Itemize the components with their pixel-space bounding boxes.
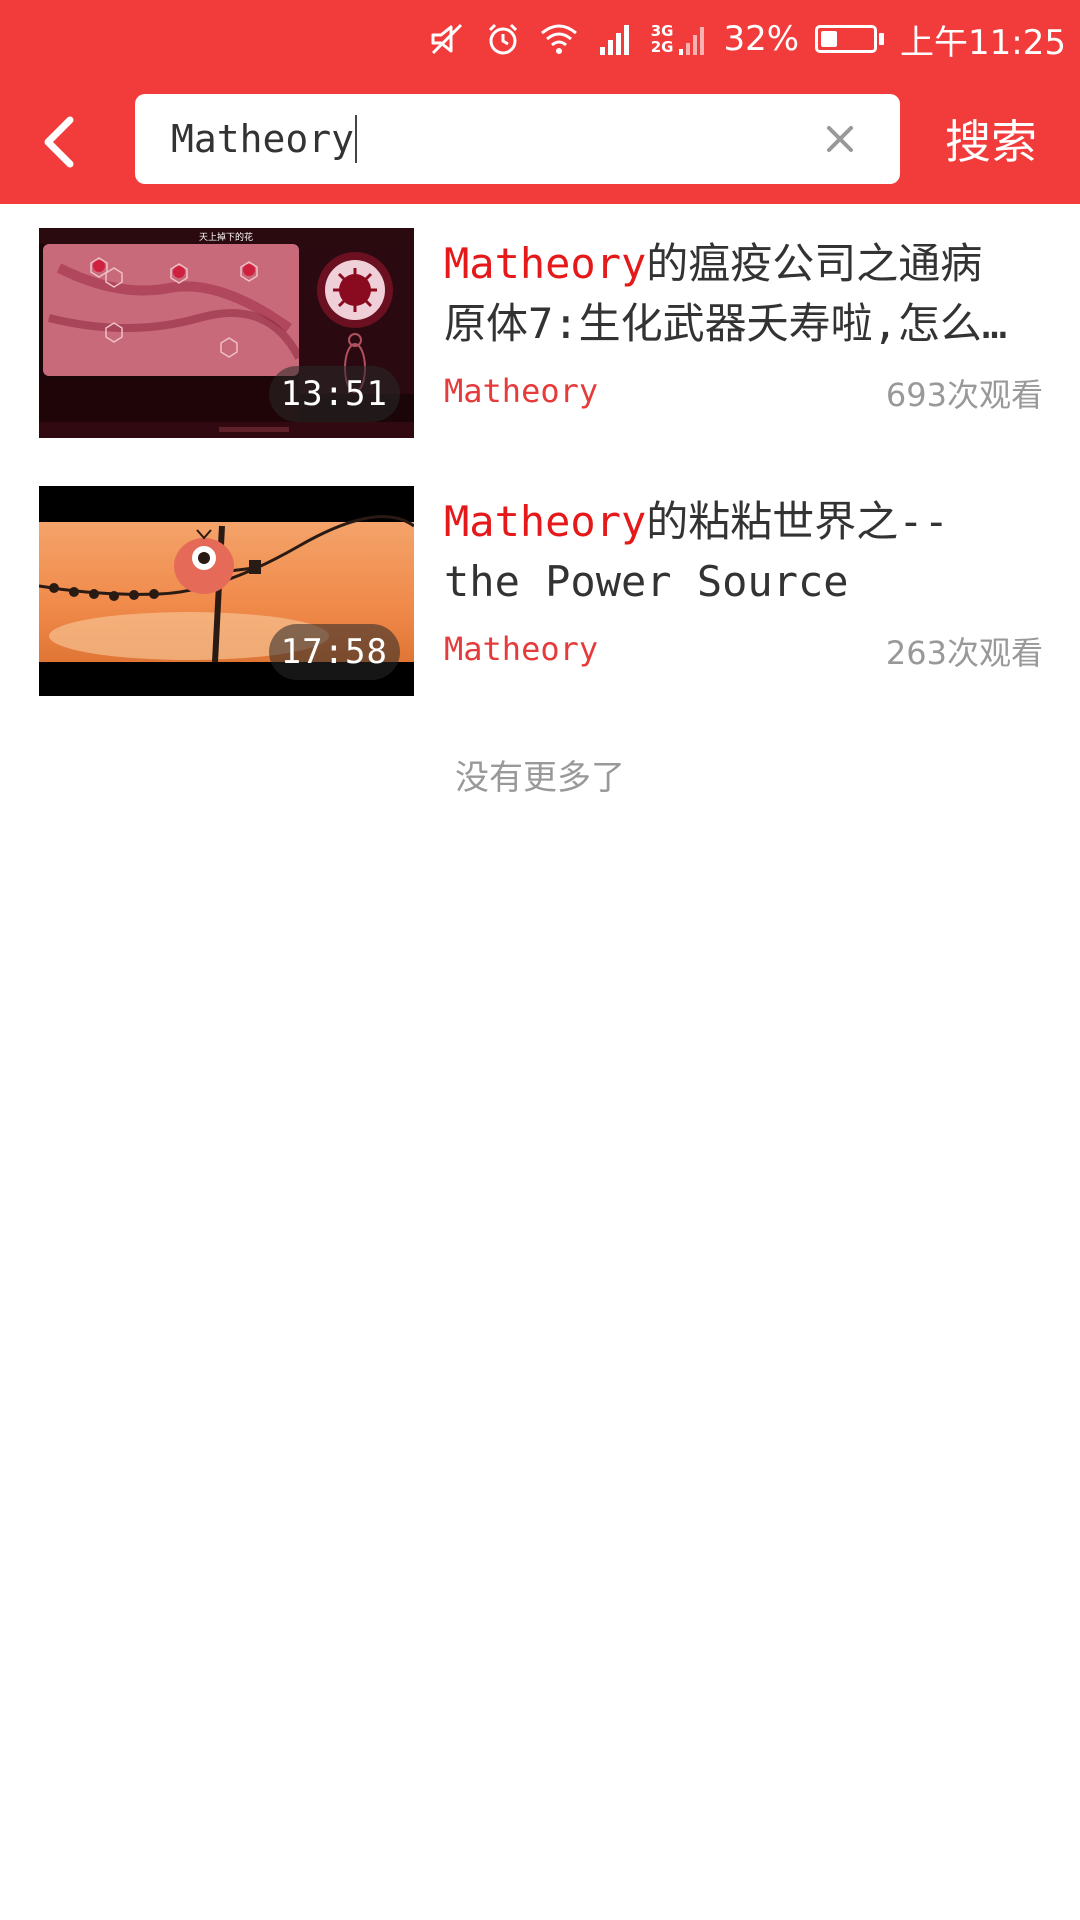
search-input[interactable]: Matheory [171,94,358,184]
video-title[interactable]: Matheory的粘粘世界之-- the Power Source [444,492,1049,612]
title-rest: 的瘟疫公司之通病 [646,239,983,288]
back-button[interactable] [32,110,84,174]
video-result-item[interactable]: 17:58 Matheory的粘粘世界之-- the Power Source … [0,486,1080,696]
alarm-icon [483,19,523,59]
close-icon [827,126,853,152]
search-submit-button[interactable]: 搜索 [945,106,1037,172]
battery-percent: 32% [723,19,800,59]
video-view-count: 693次观看 [885,376,1043,414]
video-title[interactable]: Matheory的瘟疫公司之通病 原体7:生化武器夭寿啦,怎么… [444,234,1049,354]
video-result-item[interactable]: 天上掉下的花 13:51 Matheory的瘟疫公司之通病 原体7:生化武器夭寿… [0,228,1080,438]
video-thumbnail[interactable]: 天上掉下的花 13:51 [39,228,414,438]
network-type-bottom: 2G [650,38,674,56]
search-query-text: Matheory [171,117,355,161]
video-title-line-2: the Power Source [444,557,849,606]
title-highlight: Matheory [444,497,647,546]
video-title-line-1: Matheory的瘟疫公司之通病 [444,234,1049,294]
chevron-left-icon [44,116,74,168]
signal-icon [595,19,635,59]
search-box[interactable]: Matheory [135,94,900,184]
mute-icon [427,19,467,59]
clear-search-button[interactable] [820,119,860,159]
dual-sim-signal-icon: 3G 2G [651,21,708,57]
video-duration-badge: 13:51 [268,366,400,422]
thumbnail-caption: 天上掉下的花 [199,231,253,243]
battery-fill [821,31,838,47]
video-duration-badge: 17:58 [268,624,400,680]
status-bar: 3G 2G 32% 上午11:25 [0,0,1080,78]
title-rest: 的粘粘世界之-- [646,497,949,546]
video-uploader[interactable]: Matheory [444,372,598,410]
title-highlight: Matheory [444,239,647,288]
status-time: 上午11:25 [900,22,1066,63]
status-icons: 3G 2G 32% 上午11:25 [427,12,1066,66]
battery-icon [815,25,885,53]
video-thumbnail[interactable]: 17:58 [39,486,414,696]
wifi-icon [539,19,579,59]
video-title-line-1: Matheory的粘粘世界之-- [444,492,1049,552]
video-uploader[interactable]: Matheory [444,630,598,668]
video-title-line-2: 原体7:生化武器夭寿啦,怎么… [444,299,1008,348]
end-of-list-message: 没有更多了 [455,758,625,798]
app-header: 3G 2G 32% 上午11:25 Matheory 搜索 [0,0,1080,204]
text-caret [355,115,358,163]
video-view-count: 263次观看 [885,634,1043,672]
network-type-top: 3G [650,22,674,40]
